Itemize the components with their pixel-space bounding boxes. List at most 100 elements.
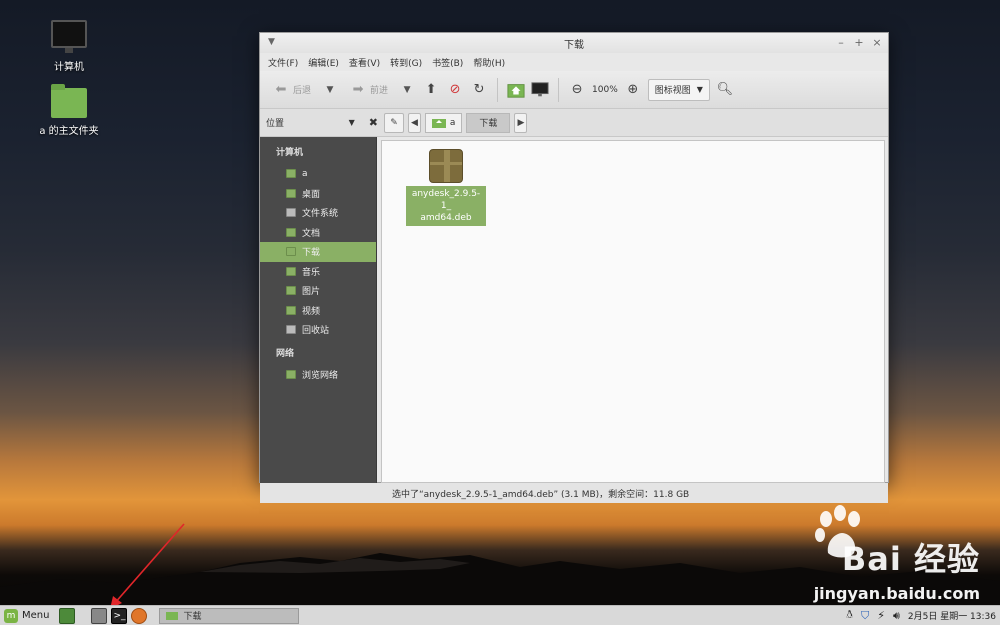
file-view[interactable]: anydesk_2.9.5-1_ amd64.deb (381, 140, 885, 483)
network-icon (286, 369, 296, 379)
window-title: 下载 (564, 39, 584, 51)
start-menu-button[interactable]: m Menu (4, 608, 55, 623)
sidebar-item-trash[interactable]: 回收站 (260, 320, 376, 340)
clock[interactable]: 2月5日 星期一 13:36 (908, 609, 996, 622)
sidebar-item-label: 图片 (302, 287, 321, 298)
desktop-icon-home[interactable]: a 的主文件夹 (29, 84, 109, 137)
chevron-down-icon: ▼ (696, 85, 703, 94)
breadcrumb-home[interactable]: a (424, 112, 463, 133)
home-folder-icon (286, 169, 296, 179)
sidebar: 计算机 a 桌面 文件系统 文档 下载 音乐 图片 视频 回收站 网络 浏览网络 (260, 137, 377, 483)
arrow-left-icon: ⬅ (275, 82, 287, 97)
sidebar-heading-network: 网络 (276, 348, 295, 359)
forward-label: 前进 (370, 86, 389, 96)
reload-icon[interactable]: ↻ (470, 81, 488, 99)
search-icon[interactable]: 🔍︎ (716, 81, 734, 99)
minimize-button[interactable]: – (836, 36, 846, 49)
breadcrumb-home-label: a (449, 117, 456, 128)
toolbar-separator (558, 77, 560, 102)
menu-view[interactable]: 查看(V) (349, 56, 380, 69)
file-item[interactable]: anydesk_2.9.5-1_ amd64.deb (406, 149, 486, 226)
window-body: 计算机 a 桌面 文件系统 文档 下载 音乐 图片 视频 回收站 网络 浏览网络… (260, 137, 888, 483)
chevron-down-icon[interactable]: ▼ (349, 118, 355, 127)
breadcrumb-scroll-left-button[interactable]: ◀ (408, 112, 421, 133)
taskbar: m Menu >_ 下载 🐧︎ ⛉ ⚡︎ 🔊︎ 2月5日 星期一 13:36 (0, 605, 1000, 625)
sidebar-item-documents[interactable]: 文档 (260, 223, 376, 243)
videos-folder-icon (286, 305, 296, 315)
maximize-button[interactable]: + (854, 36, 864, 49)
up-arrow-icon[interactable]: ⬆ (422, 81, 440, 99)
menu-bookmarks[interactable]: 书签(B) (432, 56, 463, 69)
sidebar-item-music[interactable]: 音乐 (260, 262, 376, 282)
desktop-icon-computer[interactable]: 计算机 (29, 20, 109, 73)
places-selector[interactable]: 位置 ▼ ✖ (266, 116, 378, 129)
toggle-location-entry-button[interactable]: ✎ (384, 112, 404, 133)
home-folder-icon (51, 84, 87, 118)
volume-icon[interactable]: 🔊︎ (893, 609, 900, 623)
arrow-right-icon: ➡ (352, 82, 364, 97)
sidebar-item-home[interactable]: a (260, 164, 376, 184)
back-button[interactable]: ⬅ 后退 (268, 77, 315, 103)
menu-edit[interactable]: 编辑(E) (308, 56, 339, 69)
status-bar: 选中了“anydesk_2.9.5-1_amd64.deb” (3.1 MB)，… (260, 483, 888, 503)
sidebar-item-label: 文件系统 (302, 209, 339, 220)
chevron-right-icon: ▶ (517, 117, 525, 128)
close-sidebar-icon[interactable]: ✖ (369, 116, 378, 129)
sidebar-item-label: 桌面 (302, 189, 321, 200)
home-folder-icon (431, 118, 446, 128)
mint-logo-icon: m (4, 608, 18, 623)
zoom-in-icon[interactable]: ⊕ (624, 81, 642, 99)
status-text: 选中了“anydesk_2.9.5-1_amd64.deb” (3.1 MB)，… (392, 489, 690, 500)
breadcrumb-current[interactable]: 下载 (466, 112, 511, 133)
forward-button[interactable]: ➡ 前进 (345, 77, 392, 103)
network-icon[interactable]: ⚡︎ (877, 609, 885, 622)
file-name-line: amd64.deb (420, 213, 472, 223)
toolbar: ⬅ 后退 ▼ ➡ 前进 ▼ ⬆ ⊘ ↻ ⊖ 100% ⊕ 图标视图 ▼ 🔍︎ (260, 71, 888, 109)
computer-monitor-icon (51, 20, 87, 53)
menu-file[interactable]: 文件(F) (268, 56, 298, 69)
home-folder-icon[interactable] (507, 81, 525, 99)
red-arrow-annotation (110, 523, 185, 609)
sidebar-item-label: 文档 (302, 228, 321, 239)
sidebar-item-filesystem[interactable]: 文件系统 (260, 203, 376, 223)
menu-help[interactable]: 帮助(H) (473, 56, 505, 69)
menu-go[interactable]: 转到(G) (390, 56, 422, 69)
zoom-out-icon[interactable]: ⊖ (568, 81, 586, 99)
sidebar-heading-computer: 计算机 (276, 148, 304, 158)
stop-icon[interactable]: ⊘ (446, 81, 464, 99)
toolbar-separator (497, 77, 499, 102)
file-manager-window: ▼ 下载 – + × 文件(F) 编辑(E) 查看(V) 转到(G) 书签(B)… (259, 32, 889, 503)
firefox-icon[interactable] (131, 607, 148, 624)
sidebar-item-videos[interactable]: 视频 (260, 301, 376, 321)
show-desktop-icon[interactable] (59, 607, 76, 624)
shield-icon[interactable]: ⛉ (861, 609, 869, 623)
watermark-url: jingyan.baidu.com (813, 584, 980, 603)
window-titlebar[interactable]: ▼ 下载 – + × (260, 33, 888, 53)
system-tray: 🐧︎ ⛉ ⚡︎ 🔊︎ 2月5日 星期一 13:36 (846, 608, 996, 623)
sidebar-item-label: 音乐 (302, 267, 321, 278)
view-mode-label: 图标视图 (654, 86, 691, 96)
breadcrumb-scroll-right-button[interactable]: ▶ (514, 112, 528, 133)
file-manager-launcher-icon[interactable] (91, 607, 108, 624)
back-history-dropdown-icon[interactable]: ▼ (321, 81, 339, 99)
sidebar-item-downloads[interactable]: 下载 (260, 242, 376, 262)
window-menu-icon[interactable]: ▼ (268, 37, 275, 47)
drive-icon (286, 208, 296, 218)
downloads-folder-icon (286, 247, 296, 257)
location-bar: 位置 ▼ ✖ ✎ ◀ a 下载 ▶ (260, 109, 888, 137)
folder-icon (166, 612, 179, 620)
taskbar-window-item[interactable]: 下载 (159, 607, 300, 624)
penguin-icon[interactable]: 🐧︎ (846, 608, 853, 623)
sidebar-item-desktop[interactable]: 桌面 (260, 184, 376, 204)
view-mode-select[interactable]: 图标视图 ▼ (647, 78, 710, 101)
forward-history-dropdown-icon[interactable]: ▼ (398, 81, 416, 99)
close-button[interactable]: × (872, 36, 882, 49)
sidebar-item-browse-network[interactable]: 浏览网络 (260, 365, 376, 385)
computer-icon[interactable] (531, 81, 549, 99)
package-icon (429, 149, 463, 183)
desktop-icon-label: 计算机 (54, 62, 84, 73)
terminal-icon[interactable]: >_ (111, 607, 128, 624)
sidebar-item-label: 回收站 (302, 326, 330, 337)
sidebar-item-pictures[interactable]: 图片 (260, 281, 376, 301)
file-name-line: anydesk_2.9.5-1_ (411, 189, 481, 211)
